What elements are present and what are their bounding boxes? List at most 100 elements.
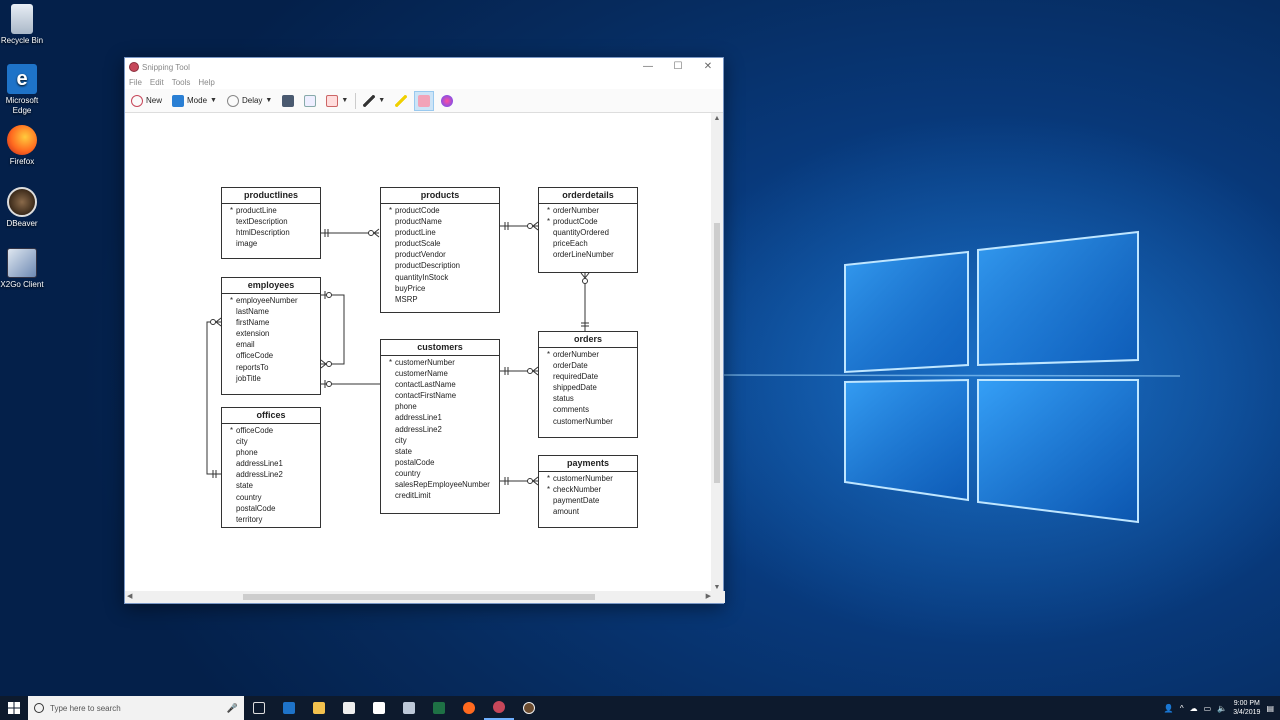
title-bar[interactable]: Snipping Tool — ☐ ✕ xyxy=(125,58,723,76)
desktop-icon-firefox[interactable]: Firefox xyxy=(0,125,44,167)
edge-icon: e xyxy=(7,64,37,94)
scroll-up-icon[interactable]: ▲ xyxy=(711,115,723,122)
onedrive-icon[interactable]: ☁ xyxy=(1190,704,1198,713)
taskbar-edge[interactable] xyxy=(274,696,304,720)
entity-title: orders xyxy=(539,332,637,348)
maximize-button[interactable]: ☐ xyxy=(663,58,693,76)
taskbar-mail[interactable] xyxy=(364,696,394,720)
field-name: productName xyxy=(395,217,442,227)
entity-title: productlines xyxy=(222,188,320,204)
field-name: country xyxy=(236,492,262,502)
new-snip-icon xyxy=(131,94,143,107)
taskbar-file-explorer[interactable] xyxy=(304,696,334,720)
delay-button[interactable]: Delay ▼ xyxy=(224,91,275,111)
menu-file[interactable]: File xyxy=(129,78,142,87)
desktop-icon-edge[interactable]: e Microsoft Edge xyxy=(0,64,44,116)
copy-button[interactable] xyxy=(301,91,319,111)
chevron-down-icon: ▼ xyxy=(265,97,273,104)
scroll-down-icon[interactable]: ▼ xyxy=(711,584,723,591)
field-name: city xyxy=(236,437,248,447)
volume-icon[interactable]: 🔈 xyxy=(1217,704,1227,713)
vertical-scroll-thumb[interactable] xyxy=(714,223,720,483)
vertical-scrollbar[interactable]: ▲ ▼ xyxy=(711,113,723,593)
entity-title: orderdetails xyxy=(539,188,637,204)
taskbar-excel[interactable] xyxy=(424,696,454,720)
taskbar-sticky[interactable] xyxy=(394,696,424,720)
clock[interactable]: 9:00 PM 3/4/2019 xyxy=(1233,699,1260,717)
horizontal-scroll-thumb[interactable] xyxy=(243,594,595,600)
field-customers-6: addressLine2 xyxy=(389,424,499,435)
desktop-icon-dbeaver[interactable]: DBeaver xyxy=(0,187,44,229)
field-name: customerNumber xyxy=(553,474,613,483)
field-name: reportsTo xyxy=(236,362,269,372)
delay-label: Delay xyxy=(241,96,263,105)
paint3d-button[interactable] xyxy=(438,91,456,111)
scroll-left-icon[interactable]: ◀ xyxy=(127,591,132,603)
delay-clock-icon xyxy=(226,94,239,107)
desktop-icon-x2go[interactable]: X2Go Client xyxy=(0,248,44,290)
minimize-button[interactable]: — xyxy=(633,58,663,76)
store-icon xyxy=(343,702,355,714)
taskbar-task-view[interactable] xyxy=(244,696,274,720)
field-orderdetails-3: priceEach xyxy=(547,238,637,249)
field-customers-9: postalCode xyxy=(389,457,499,468)
field-orderdetails-1: * productCode xyxy=(547,216,637,227)
menu-help[interactable]: Help xyxy=(198,78,214,87)
field-name: image xyxy=(236,239,258,249)
entity-orderdetails: orderdetails * orderNumber * productCode qua… xyxy=(538,187,638,273)
field-offices-7: postalCode xyxy=(230,503,320,514)
field-name: customerName xyxy=(395,369,448,379)
entity-fields: * productLine textDescription htmlDescripti… xyxy=(222,204,320,249)
new-button[interactable]: New xyxy=(128,91,165,111)
field-name: orderNumber xyxy=(553,206,599,215)
mode-button[interactable]: Mode ▼ xyxy=(169,91,220,111)
taskbar-store[interactable] xyxy=(334,696,364,720)
send-snip-button[interactable]: ▼ xyxy=(323,91,351,111)
pen-icon xyxy=(363,94,376,107)
network-icon[interactable]: ▭ xyxy=(1204,704,1212,713)
field-name: status xyxy=(553,394,574,404)
eraser-button[interactable] xyxy=(414,90,435,111)
field-products-6: quantityInStock xyxy=(389,272,499,283)
field-name: amount xyxy=(553,507,580,517)
field-customers-5: addressLine1 xyxy=(389,412,499,423)
email-icon xyxy=(326,94,339,107)
highlighter-button[interactable] xyxy=(392,91,410,111)
taskbar-firefox[interactable] xyxy=(454,696,484,720)
field-name: lastName xyxy=(236,307,269,317)
excel-icon xyxy=(433,702,445,714)
taskbar-dbeaver[interactable] xyxy=(514,696,544,720)
field-name: employeeNumber xyxy=(236,296,298,305)
field-name: quantityInStock xyxy=(395,272,449,282)
search-input[interactable]: Type here to search 🎤 xyxy=(28,696,244,720)
save-button[interactable] xyxy=(279,91,297,111)
field-employees-0: * employeeNumber xyxy=(230,295,320,306)
taskbar-snipping-tool[interactable] xyxy=(484,696,514,720)
pen-button[interactable]: ▼ xyxy=(360,91,388,111)
horizontal-scrollbar[interactable]: ◀ ▶ xyxy=(125,591,725,603)
field-name: officeCode xyxy=(236,351,274,361)
notifications-icon[interactable]: ▤ xyxy=(1266,704,1274,713)
field-name: comments xyxy=(553,405,589,415)
desktop-icon-label: Microsoft Edge xyxy=(5,96,39,115)
menu-tools[interactable]: Tools xyxy=(172,78,191,87)
start-button[interactable] xyxy=(0,696,28,720)
menu-edit[interactable]: Edit xyxy=(150,78,164,87)
people-icon[interactable]: 👤 xyxy=(1164,704,1174,713)
field-productlines-0: * productLine xyxy=(230,205,320,216)
entity-title: products xyxy=(381,188,499,204)
close-button[interactable]: ✕ xyxy=(693,58,723,76)
desktop-icon-recycle-bin[interactable]: Recycle Bin xyxy=(0,4,44,46)
scroll-right-icon[interactable]: ▶ xyxy=(706,591,711,603)
field-productlines-2: htmlDescription xyxy=(230,227,320,238)
field-employees-1: lastName xyxy=(230,306,320,317)
field-name: creditLimit xyxy=(395,491,431,501)
highlighter-icon xyxy=(395,94,408,107)
microphone-icon[interactable]: 🎤 xyxy=(227,703,238,714)
chevron-up-icon[interactable]: ^ xyxy=(1180,704,1184,713)
field-offices-8: territory xyxy=(230,514,320,525)
field-offices-2: phone xyxy=(230,447,320,458)
field-name: country xyxy=(395,468,421,478)
field-name: phone xyxy=(395,402,417,412)
snipping-tool-window[interactable]: Snipping Tool — ☐ ✕ File Edit Tools Help… xyxy=(124,57,725,604)
